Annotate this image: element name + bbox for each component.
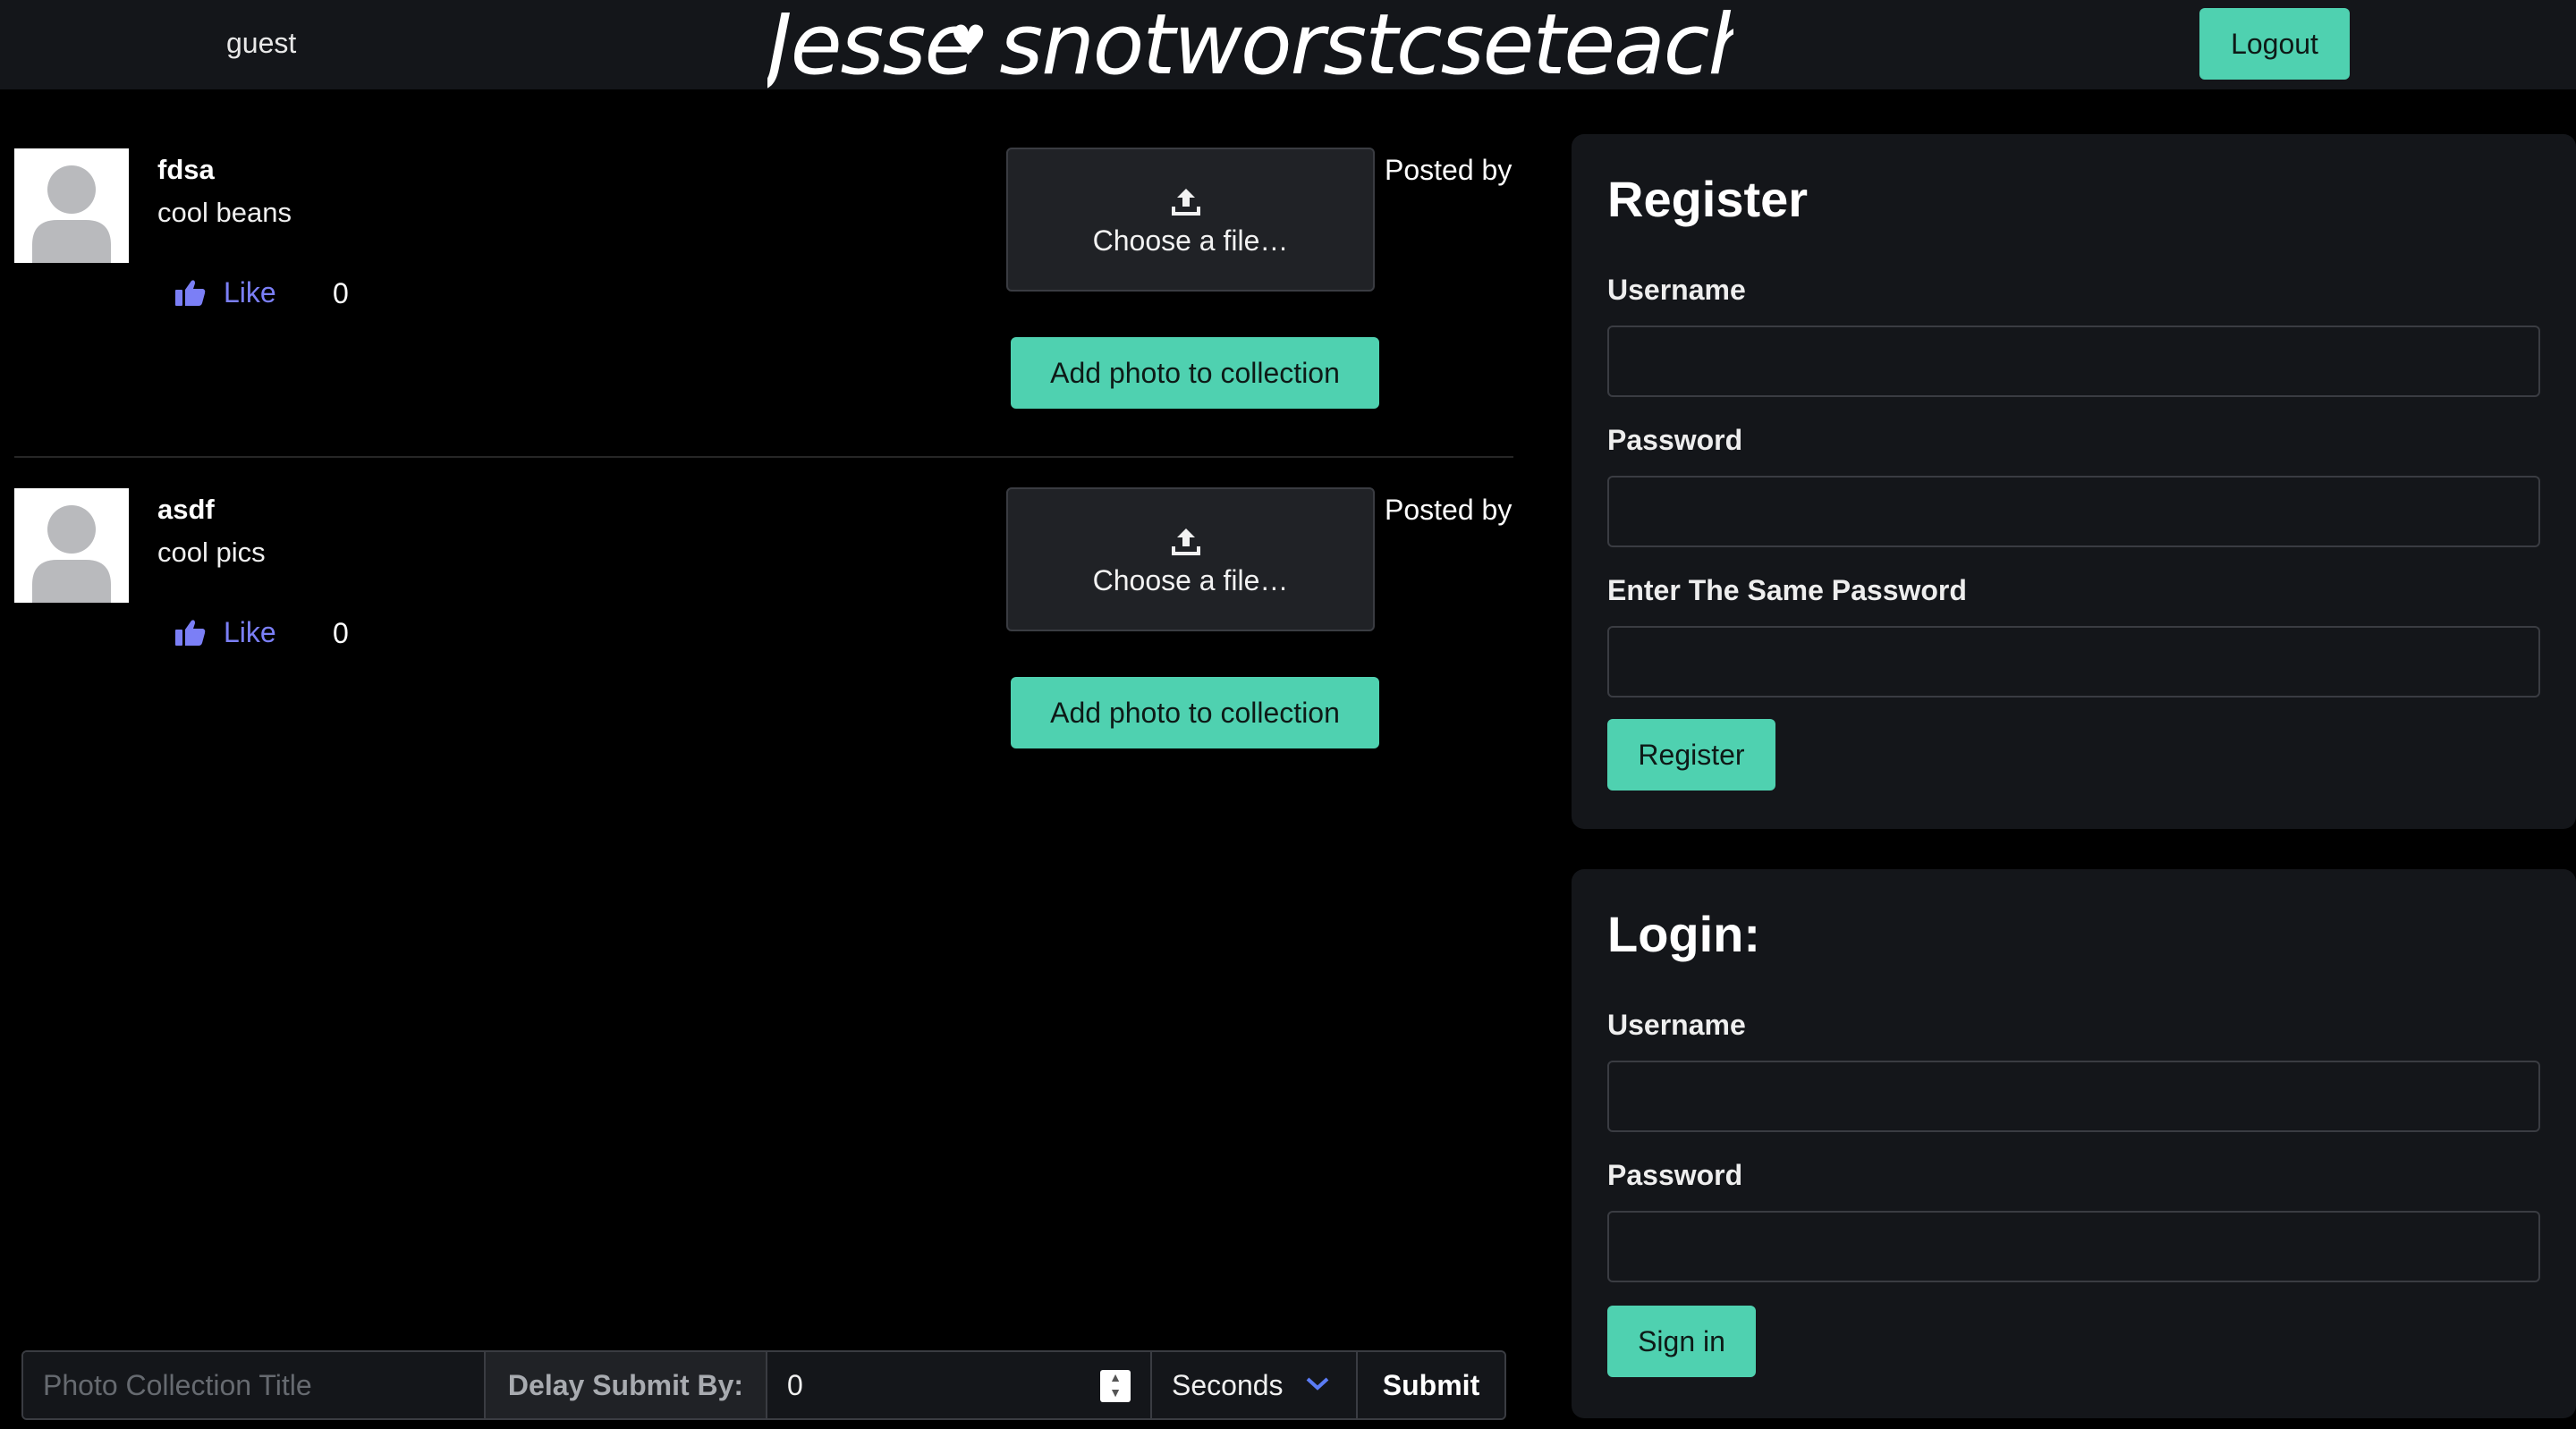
login-title: Login: [1607,906,1761,962]
login-username-input[interactable] [1607,1061,2540,1132]
delay-value: 0 [787,1368,803,1401]
upload-icon [1172,189,1200,216]
add-photo-button[interactable]: Add photo to collection [1011,677,1379,748]
post-description: cool beans [157,197,292,228]
delay-number-input[interactable]: 0 ▲ ▼ [767,1352,1152,1418]
like-button[interactable]: Like [175,275,276,310]
chevron-down-icon [1306,1377,1329,1391]
post-author: asdf [157,494,215,525]
like-count: 0 [333,277,349,309]
avatar-placeholder-icon [14,148,129,263]
thumbs-up-icon [175,620,206,646]
post-card: asdf cool pics Like 0 Choose a file… Add… [0,340,1521,796]
file-upload-label: Choose a file… [1092,564,1289,596]
register-button[interactable]: Register [1607,719,1775,791]
submit-button[interactable]: Submit [1358,1352,1504,1418]
posted-by-label: Posted by [1385,154,1513,186]
upload-icon [1172,528,1200,555]
register-username-label: Username [1607,274,1746,306]
post-description: cool pics [157,537,266,568]
file-upload[interactable]: Choose a file… [1006,487,1375,631]
photo-collection-form: Delay Submit By: 0 ▲▼ Seconds Submit [21,1350,1506,1420]
file-upload[interactable]: Choose a file… [1006,148,1375,292]
delay-label: Delay Submit By: [486,1352,767,1418]
register-confirm-label: Enter The Same Password [1607,574,1967,606]
avatar-placeholder-icon [14,488,129,603]
like-count: 0 [333,617,349,649]
number-spinner-icon[interactable]: ▲ ▼ [1100,1370,1131,1402]
like-button[interactable]: Like [175,614,276,650]
logout-button[interactable]: Logout [2199,8,2350,80]
register-panel: Register Username Password Enter The Sam… [1572,134,2576,829]
login-password-input[interactable] [1607,1211,2540,1282]
login-username-label: Username [1607,1009,1746,1041]
post-author: fdsa [157,154,215,185]
time-unit-select[interactable]: Seconds [1152,1352,1358,1418]
like-label: Like [224,275,276,309]
register-title: Register [1607,171,1809,227]
sign-in-button[interactable]: Sign in [1607,1306,1756,1377]
register-username-input[interactable] [1607,326,2540,397]
posted-by-label: Posted by [1385,494,1513,526]
file-upload-label: Choose a file… [1092,224,1289,257]
like-label: Like [224,615,276,648]
register-password-input[interactable] [1607,476,2540,547]
register-password-label: Password [1607,424,1743,456]
login-password-label: Password [1607,1159,1743,1191]
login-panel: Login: Username Password Sign in [1572,869,2576,1418]
register-confirm-input[interactable] [1607,626,2540,698]
thumbs-up-icon [175,280,206,306]
collection-title-input[interactable] [23,1352,486,1418]
time-unit-value: Seconds [1172,1368,1284,1401]
